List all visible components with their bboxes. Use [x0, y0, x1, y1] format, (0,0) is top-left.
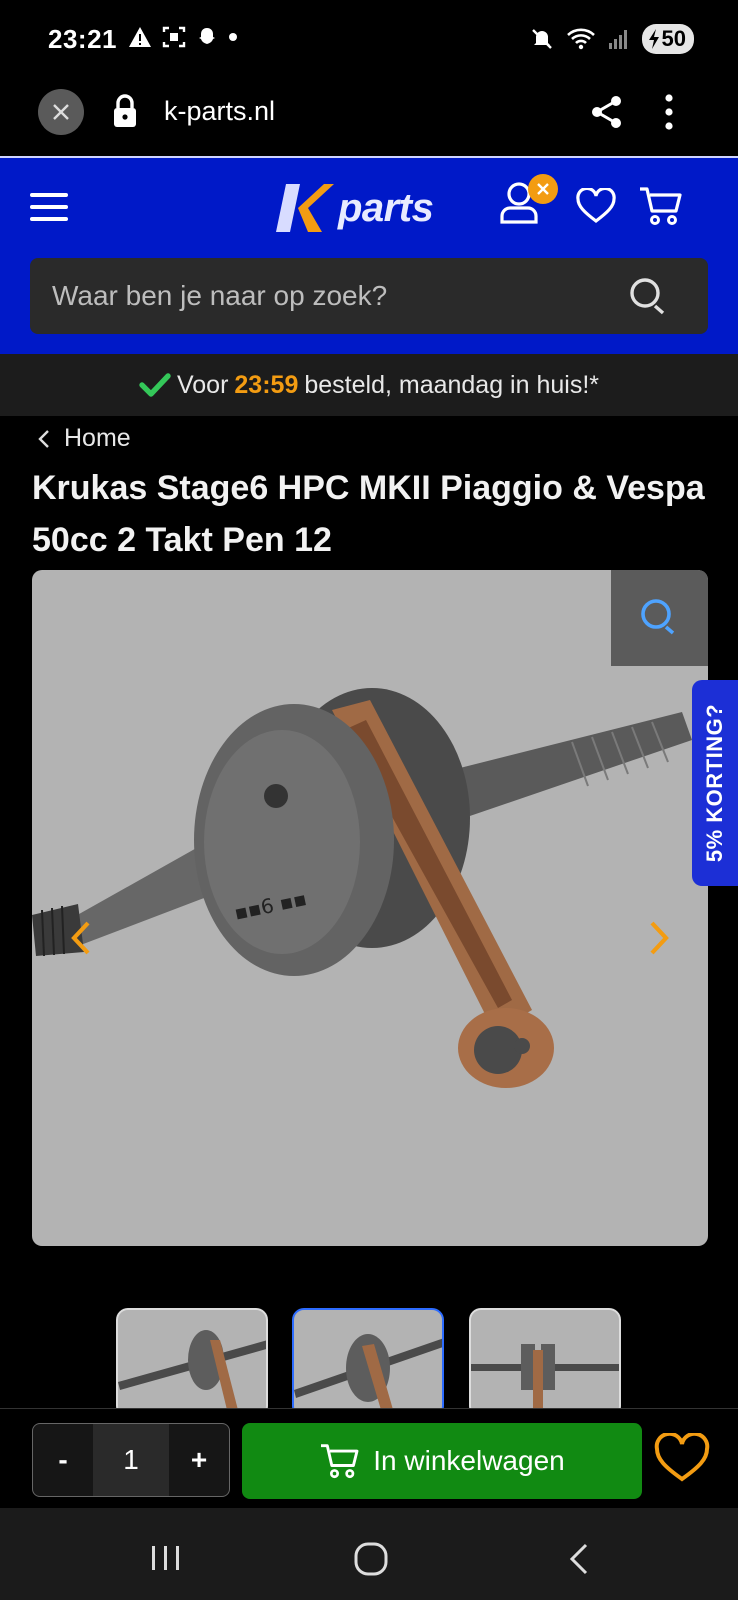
add-to-cart-button[interactable]: In winkelwagen — [242, 1423, 642, 1499]
url-text[interactable]: k-parts.nl — [164, 96, 275, 127]
logo-k-mark — [276, 184, 334, 232]
close-icon — [537, 183, 549, 195]
browser-bar: k-parts.nl — [0, 80, 738, 156]
product-image[interactable]: ▪▪6 ▪▪ — [32, 570, 708, 1246]
crankshaft-illustration: ▪▪6 ▪▪ — [32, 688, 692, 1088]
thumbnail-image — [294, 1334, 442, 1416]
thumbnail-3[interactable] — [469, 1308, 621, 1418]
thumbnail-1[interactable] — [116, 1308, 268, 1418]
snapchat-icon — [199, 28, 215, 44]
chevron-left-icon — [38, 429, 49, 448]
system-icons: 50 — [530, 24, 694, 54]
thumbnail-2-selected[interactable] — [292, 1308, 444, 1418]
user-alert-badge[interactable] — [528, 174, 558, 204]
home-icon[interactable] — [354, 1542, 388, 1576]
add-to-cart-label: In winkelwagen — [373, 1445, 565, 1476]
warning-icon — [129, 27, 151, 47]
delivery-suffix: besteld, maandag in huis!* — [304, 370, 600, 399]
zoom-button[interactable] — [611, 570, 708, 666]
product-title: Krukas Stage6 HPC MKII Piaggio & Vespa 5… — [32, 469, 705, 559]
menu-icon[interactable] — [30, 192, 68, 222]
screenshot-icon — [162, 26, 186, 48]
battery-level: 50 — [661, 26, 686, 51]
close-icon — [53, 104, 69, 120]
search-bar — [30, 258, 708, 334]
breadcrumb: Home — [38, 424, 131, 453]
share-icon[interactable] — [590, 94, 624, 130]
more-icon[interactable] — [664, 92, 674, 132]
dot-icon — [229, 33, 237, 41]
status-bar: 23:21 50 — [0, 0, 738, 80]
discount-tab-label: 5% KORTING? — [702, 703, 728, 863]
site-header: parts — [0, 156, 738, 354]
zoom-icon — [640, 599, 674, 635]
battery-indicator: 50 — [641, 24, 694, 54]
cart-icon[interactable] — [638, 186, 682, 226]
close-tab-button[interactable] — [38, 89, 84, 135]
back-icon[interactable] — [568, 1542, 590, 1576]
signal-icon — [608, 30, 627, 49]
delivery-cutoff-time: 23:59 — [234, 370, 299, 399]
notification-icons — [128, 26, 238, 48]
lock-icon — [114, 94, 136, 127]
quantity-stepper: - 1 + — [32, 1423, 230, 1497]
charging-icon — [648, 29, 659, 49]
discount-tab[interactable]: 5% KORTING? — [692, 680, 738, 886]
heart-icon[interactable] — [576, 188, 616, 224]
breadcrumb-home-link[interactable]: Home — [64, 424, 131, 453]
logo-text: parts — [338, 185, 434, 230]
cart-icon — [321, 1444, 359, 1479]
search-icon[interactable] — [628, 276, 670, 318]
thumbnail-image — [118, 1330, 266, 1414]
delivery-prefix: Voor — [176, 370, 229, 399]
arrow-right-icon[interactable] — [648, 920, 670, 956]
wifi-icon — [566, 28, 595, 50]
quantity-increase-button[interactable]: + — [169, 1424, 229, 1496]
quantity-decrease-button[interactable]: - — [33, 1424, 93, 1496]
check-icon — [139, 373, 171, 397]
mute-icon — [531, 29, 552, 49]
quantity-value[interactable]: 1 — [93, 1424, 169, 1496]
add-to-cart-bar: - 1 + In winkelwagen — [0, 1408, 738, 1508]
recents-icon[interactable] — [150, 1544, 182, 1572]
system-navigation-bar — [0, 1508, 738, 1600]
arrow-left-icon[interactable] — [70, 920, 92, 956]
status-time: 23:21 — [48, 24, 117, 54]
wishlist-heart-icon[interactable] — [654, 1433, 710, 1483]
thumbnail-image — [471, 1344, 619, 1416]
search-input[interactable] — [52, 258, 612, 334]
delivery-banner: Voor 23:59 besteld, maandag in huis!* — [0, 354, 738, 416]
site-logo[interactable]: parts — [272, 180, 434, 236]
